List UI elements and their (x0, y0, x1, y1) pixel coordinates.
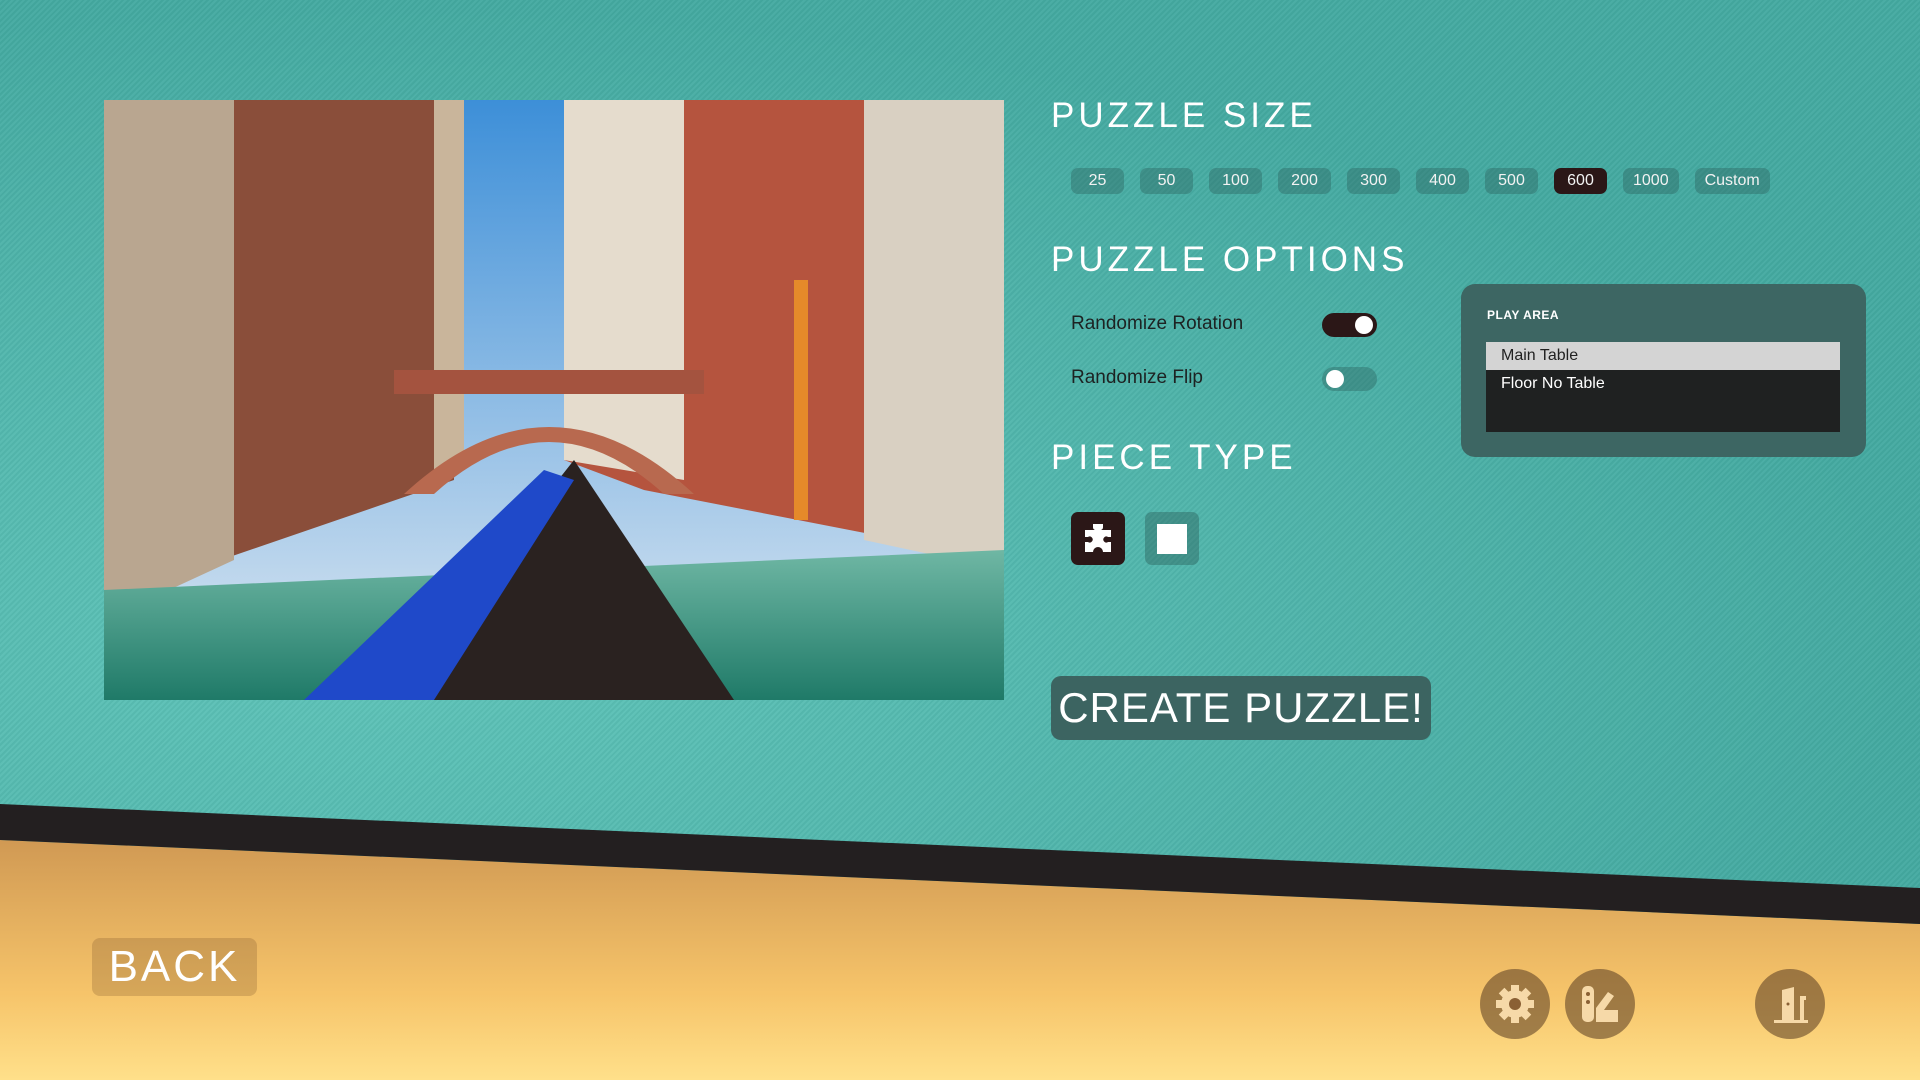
randomize-flip-toggle[interactable] (1322, 367, 1377, 391)
randomize-rotation-label: Randomize Rotation (1071, 313, 1244, 334)
piece-type-heading: PIECE TYPE (1051, 438, 1297, 477)
exit-door-icon (1774, 987, 1808, 1023)
piece-type-square-button[interactable] (1145, 512, 1199, 565)
randomize-flip-label: Randomize Flip (1071, 367, 1203, 388)
size-option-200[interactable]: 200 (1278, 168, 1331, 194)
size-option-100[interactable]: 100 (1209, 168, 1262, 194)
piece-type-jigsaw-button[interactable] (1071, 512, 1125, 565)
play-area-item-main-table[interactable]: Main Table (1486, 342, 1840, 370)
puzzle-size-heading: PUZZLE SIZE (1051, 96, 1317, 135)
theme-button[interactable] (1565, 969, 1635, 1039)
puzzle-image-preview (104, 100, 1004, 700)
gear-icon (1496, 985, 1534, 1023)
size-option-50[interactable]: 50 (1140, 168, 1193, 194)
size-option-500[interactable]: 500 (1485, 168, 1538, 194)
settings-button[interactable] (1480, 969, 1550, 1039)
size-option-300[interactable]: 300 (1347, 168, 1400, 194)
exit-button[interactable] (1755, 969, 1825, 1039)
size-option-custom[interactable]: Custom (1694, 168, 1770, 194)
toggle-knob (1355, 316, 1373, 334)
play-area-panel: PLAY AREA Main Table Floor No Table (1461, 284, 1866, 457)
play-area-item-floor-no-table[interactable]: Floor No Table (1486, 370, 1840, 398)
size-option-25[interactable]: 25 (1071, 168, 1124, 194)
play-area-list: Main Table Floor No Table (1486, 342, 1840, 432)
toggle-knob (1326, 370, 1344, 388)
puzzle-options-heading: PUZZLE OPTIONS (1051, 240, 1409, 279)
randomize-rotation-toggle[interactable] (1322, 313, 1377, 337)
puzzle-size-options: 25 50 100 200 300 400 500 600 1000 Custo… (1071, 168, 1770, 194)
size-option-600[interactable]: 600 (1554, 168, 1607, 194)
play-area-title: PLAY AREA (1487, 308, 1560, 322)
square-piece-icon (1157, 523, 1187, 554)
back-button[interactable]: BACK (92, 938, 257, 996)
size-option-400[interactable]: 400 (1416, 168, 1469, 194)
jigsaw-piece-icon (1085, 523, 1111, 552)
size-option-1000[interactable]: 1000 (1623, 168, 1679, 194)
create-puzzle-button[interactable]: CREATE PUZZLE! (1051, 676, 1431, 740)
palette-icon (1582, 986, 1618, 1022)
